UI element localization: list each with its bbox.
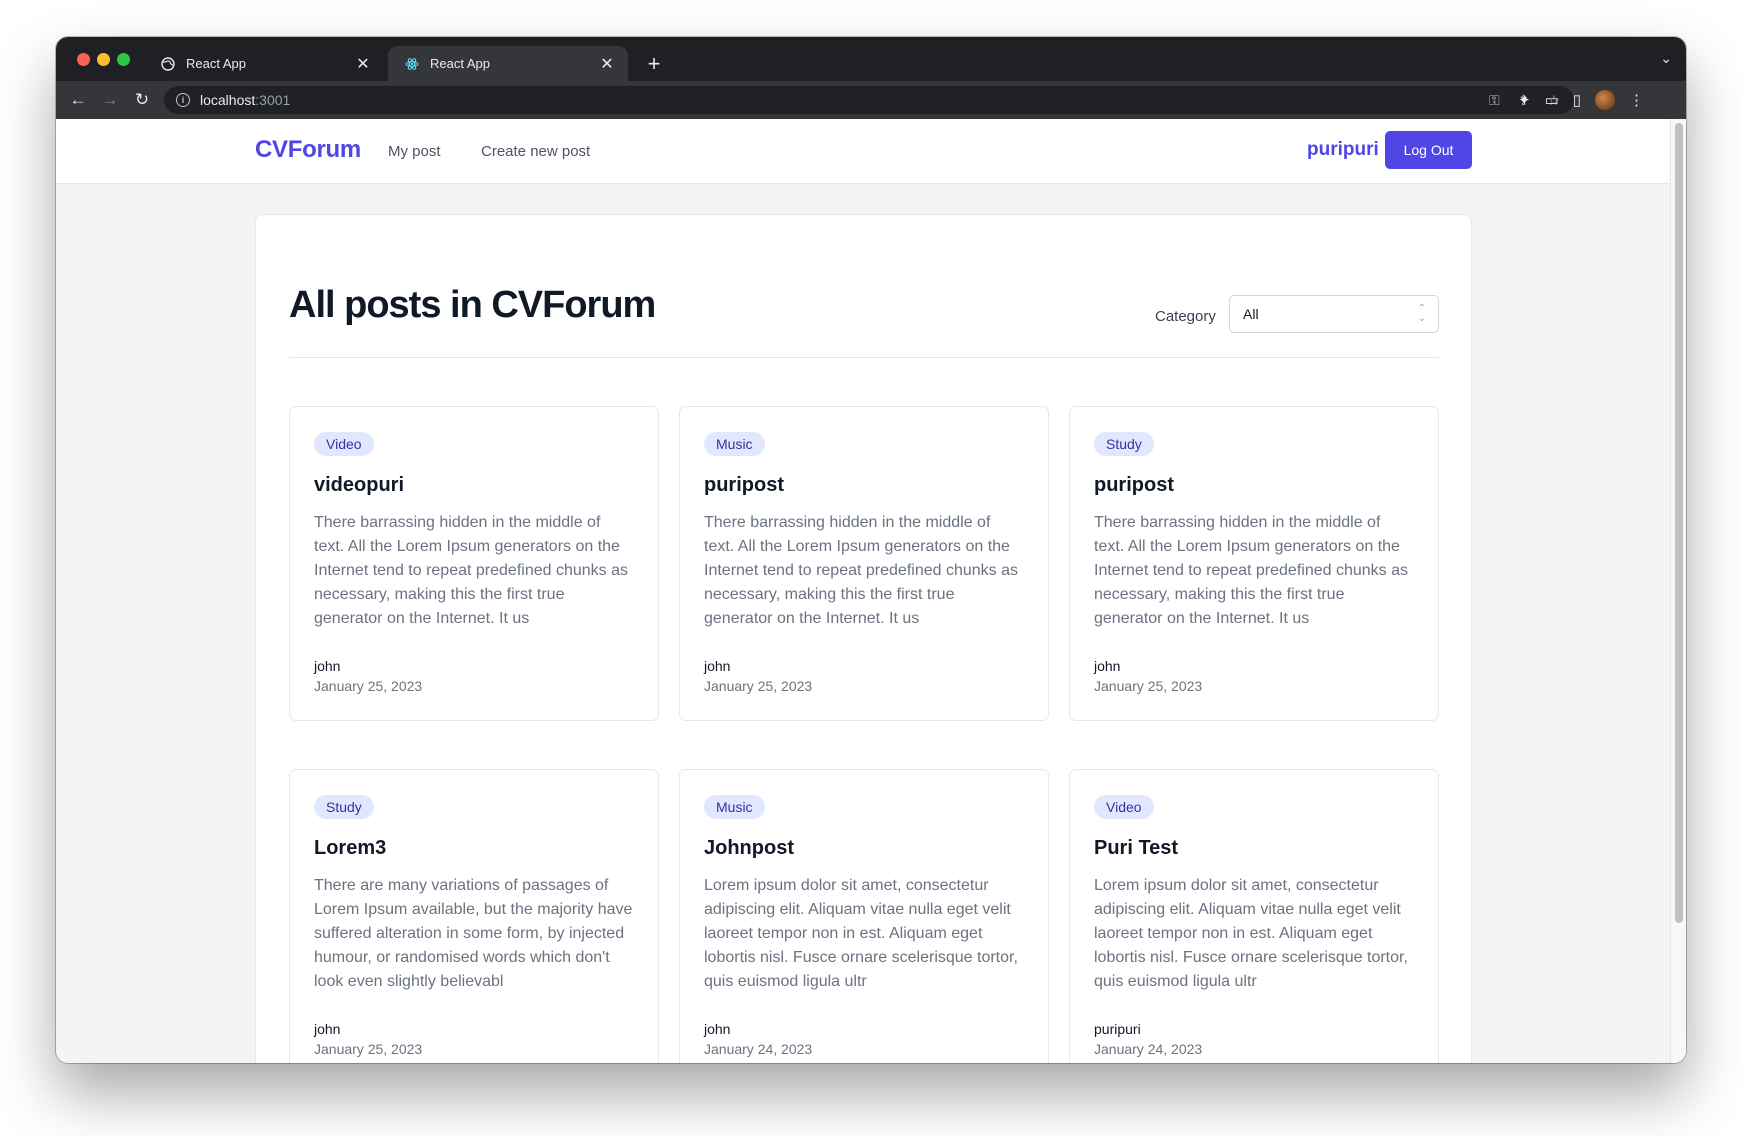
posts-panel: All posts in CVForum Category All ⌃ ⌄ Vid… bbox=[255, 214, 1472, 1063]
nav-my-post[interactable]: My post bbox=[388, 143, 441, 160]
post-card[interactable]: Video videopuri There barrassing hidden in… bbox=[289, 406, 659, 721]
minimize-window-button[interactable] bbox=[97, 53, 110, 66]
forward-icon[interactable]: → bbox=[94, 84, 126, 116]
scrollbar-thumb[interactable] bbox=[1675, 123, 1683, 923]
post-author: puripuri bbox=[1094, 1021, 1141, 1037]
category-select[interactable]: All ⌃ ⌄ bbox=[1229, 295, 1439, 333]
sidebar-icon[interactable]: ▯ bbox=[1573, 91, 1581, 109]
post-card[interactable]: Music puripost There barrassing hidden in … bbox=[679, 406, 1049, 721]
post-excerpt: There barrassing hidden in the middle of… bbox=[1094, 514, 1408, 627]
address-bar[interactable]: i localhost:3001 ⚿ ⇪ ☆ bbox=[164, 86, 1574, 114]
url-host: localhost bbox=[200, 92, 256, 108]
tab-title: React App bbox=[430, 56, 490, 71]
site-navbar: CVForum My post Create new post puripuri… bbox=[56, 119, 1670, 184]
cast-icon[interactable]: ▭ bbox=[1545, 91, 1559, 109]
close-icon[interactable]: ✕ bbox=[598, 55, 616, 73]
maximize-window-button[interactable] bbox=[117, 53, 130, 66]
post-excerpt: There barrassing hidden in the middle of… bbox=[314, 514, 628, 627]
post-excerpt: There are many variations of passages of… bbox=[314, 877, 633, 990]
category-badge: Study bbox=[314, 795, 374, 819]
react-icon bbox=[404, 56, 420, 72]
post-date: January 25, 2023 bbox=[1094, 678, 1203, 694]
select-arrows-icon: ⌃ ⌄ bbox=[1417, 303, 1426, 324]
post-date: January 25, 2023 bbox=[314, 1041, 423, 1057]
post-title: puripost bbox=[1094, 474, 1174, 496]
scrollbar[interactable] bbox=[1670, 119, 1686, 1063]
post-card[interactable]: Study puripost There barrassing hidden in … bbox=[1069, 406, 1439, 721]
post-excerpt: There barrassing hidden in the middle of… bbox=[704, 514, 1018, 627]
close-icon[interactable]: ✕ bbox=[354, 55, 372, 73]
post-card[interactable]: Video Puri Test Lorem ipsum dolor sit amet… bbox=[1069, 769, 1439, 1063]
post-date: January 25, 2023 bbox=[314, 678, 423, 694]
post-author: john bbox=[1094, 658, 1121, 674]
category-badge: Music bbox=[704, 795, 765, 819]
post-date: January 25, 2023 bbox=[704, 678, 813, 694]
close-window-button[interactable] bbox=[77, 53, 90, 66]
browser-tab-active[interactable]: React App ✕ bbox=[388, 46, 628, 81]
tab-strip: React App ✕ React App ✕ + ⌄ bbox=[56, 37, 1686, 81]
category-badge: Video bbox=[1094, 795, 1154, 819]
post-author: john bbox=[314, 1021, 341, 1037]
post-author: john bbox=[314, 658, 341, 674]
browser-tab[interactable]: React App ✕ bbox=[144, 46, 384, 81]
category-badge: Study bbox=[1094, 432, 1154, 456]
more-icon[interactable]: ⋮ bbox=[1629, 91, 1644, 109]
browser-window: React App ✕ React App ✕ + ⌄ ← → ↻ i loca… bbox=[56, 37, 1686, 1063]
page-viewport: CVForum My post Create new post puripuri… bbox=[56, 119, 1670, 1063]
divider bbox=[289, 357, 1439, 358]
browser-toolbar: ← → ↻ i localhost:3001 ⚿ ⇪ ☆ ✦ ▭ ▯ ⋮ bbox=[56, 81, 1686, 119]
url-port: :3001 bbox=[255, 92, 291, 108]
page-title: All posts in CVForum bbox=[289, 284, 656, 326]
new-tab-icon[interactable]: + bbox=[640, 50, 668, 78]
post-card[interactable]: Study Lorem3 There are many variations of … bbox=[289, 769, 659, 1063]
post-title: puripost bbox=[704, 474, 784, 496]
category-label: Category bbox=[1155, 308, 1216, 325]
tab-title: React App bbox=[186, 56, 246, 71]
brand-logo[interactable]: CVForum bbox=[255, 136, 361, 164]
post-date: January 24, 2023 bbox=[704, 1041, 813, 1057]
nav-create-post[interactable]: Create new post bbox=[481, 143, 590, 160]
profile-avatar[interactable] bbox=[1595, 90, 1616, 110]
logout-button[interactable]: Log Out bbox=[1385, 131, 1472, 169]
post-author: john bbox=[704, 1021, 731, 1037]
post-title: Lorem3 bbox=[314, 837, 387, 859]
post-excerpt: Lorem ipsum dolor sit amet, consectetur … bbox=[1094, 877, 1408, 990]
category-badge: Video bbox=[314, 432, 374, 456]
reload-icon[interactable]: ↻ bbox=[126, 84, 158, 116]
globe-icon bbox=[160, 56, 176, 72]
post-title: Puri Test bbox=[1094, 837, 1179, 859]
post-excerpt: Lorem ipsum dolor sit amet, consectetur … bbox=[704, 877, 1018, 990]
username[interactable]: puripuri bbox=[1307, 139, 1379, 161]
key-icon[interactable]: ⚿ bbox=[1489, 92, 1500, 109]
info-icon[interactable]: i bbox=[176, 93, 190, 107]
back-icon[interactable]: ← bbox=[62, 84, 94, 116]
chevron-down-icon[interactable]: ⌄ bbox=[1660, 50, 1672, 67]
post-author: john bbox=[704, 658, 731, 674]
post-title: videopuri bbox=[314, 474, 405, 496]
category-select-value: All bbox=[1243, 306, 1259, 322]
extensions-icon[interactable]: ✦ bbox=[1518, 91, 1531, 109]
post-title: Johnpost bbox=[704, 837, 794, 859]
post-card[interactable]: Music Johnpost Lorem ipsum dolor sit amet,… bbox=[679, 769, 1049, 1063]
category-badge: Music bbox=[704, 432, 765, 456]
post-date: January 24, 2023 bbox=[1094, 1041, 1203, 1057]
